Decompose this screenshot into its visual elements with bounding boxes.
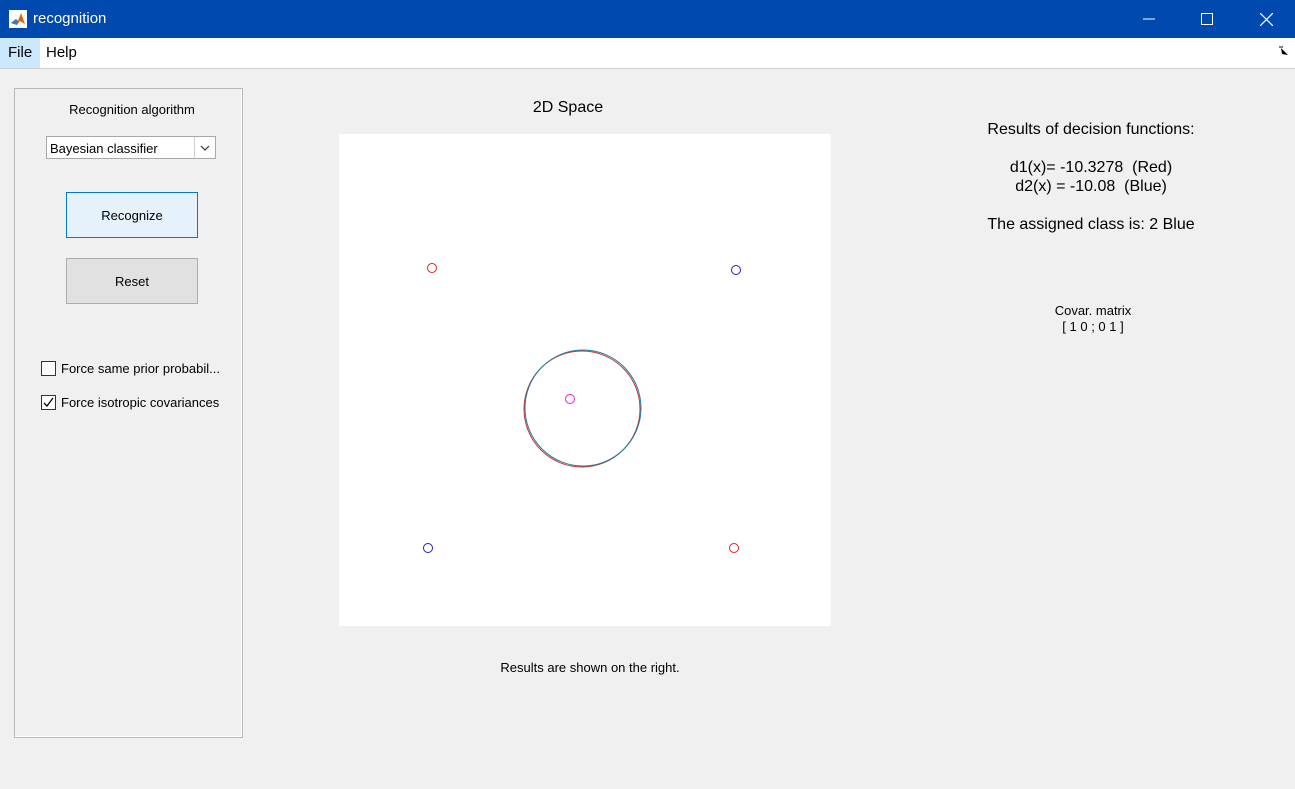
plot-canvas xyxy=(423,263,741,553)
menu-help[interactable]: Help xyxy=(38,38,85,68)
title-bar: recognition xyxy=(0,0,1295,38)
maximize-icon xyxy=(1201,13,1213,25)
prior-probability-checkbox[interactable] xyxy=(41,360,56,376)
algorithm-select-value: Bayesian classifier xyxy=(50,141,158,156)
reset-button[interactable]: Reset xyxy=(66,258,198,304)
results-header: Results of decision functions: xyxy=(987,121,1195,138)
close-icon xyxy=(1259,12,1273,26)
decision-function-d1: d1(x)= -10.3278 (Red) xyxy=(1009,159,1173,176)
minimize-button[interactable] xyxy=(1120,0,1178,38)
window-title: recognition xyxy=(33,10,107,27)
menu-file[interactable]: File xyxy=(0,38,41,68)
covariance-value: [ 1 0 ; 0 1 ] xyxy=(1062,319,1124,334)
isotropic-covariance-checkbox-row[interactable]: Force isotropic covariances xyxy=(41,394,219,410)
plot-title: 2D Space xyxy=(532,99,604,116)
algorithm-select[interactable]: Bayesian classifier xyxy=(46,136,216,159)
chevron-down-icon[interactable] xyxy=(194,137,215,158)
isotropic-covariance-checkbox[interactable] xyxy=(41,394,56,410)
decision-function-d2: d2(x) = -10.08 (Blue) xyxy=(1015,178,1167,195)
close-button[interactable] xyxy=(1237,0,1295,38)
control-panel xyxy=(14,88,243,738)
matlab-icon xyxy=(9,10,27,28)
prior-probability-label: Force same prior probabil... xyxy=(61,360,220,376)
red-decision-boundary xyxy=(523,350,641,468)
maximize-button[interactable] xyxy=(1178,0,1236,38)
class-blue-point xyxy=(731,265,741,275)
class-blue-point xyxy=(423,543,433,553)
plot-axes[interactable] xyxy=(339,134,831,626)
status-text: Results are shown on the right. xyxy=(500,660,680,675)
class-red-point xyxy=(427,263,437,273)
blue-decision-boundary xyxy=(524,349,642,467)
algorithm-label: Recognition algorithm xyxy=(69,102,195,117)
dock-arrow-icon[interactable] xyxy=(1279,46,1289,56)
test-point xyxy=(565,394,575,404)
menu-bar: File Help xyxy=(0,38,1295,69)
prior-probability-checkbox-row[interactable]: Force same prior probabil... xyxy=(41,360,220,376)
minimize-icon xyxy=(1143,18,1155,20)
covariance-label: Covar. matrix xyxy=(1054,303,1132,318)
checkmark-icon xyxy=(43,397,54,407)
recognize-button[interactable]: Recognize xyxy=(66,192,198,238)
assigned-class: The assigned class is: 2 Blue xyxy=(987,216,1195,233)
isotropic-covariance-label: Force isotropic covariances xyxy=(61,394,220,410)
class-red-point xyxy=(729,543,739,553)
